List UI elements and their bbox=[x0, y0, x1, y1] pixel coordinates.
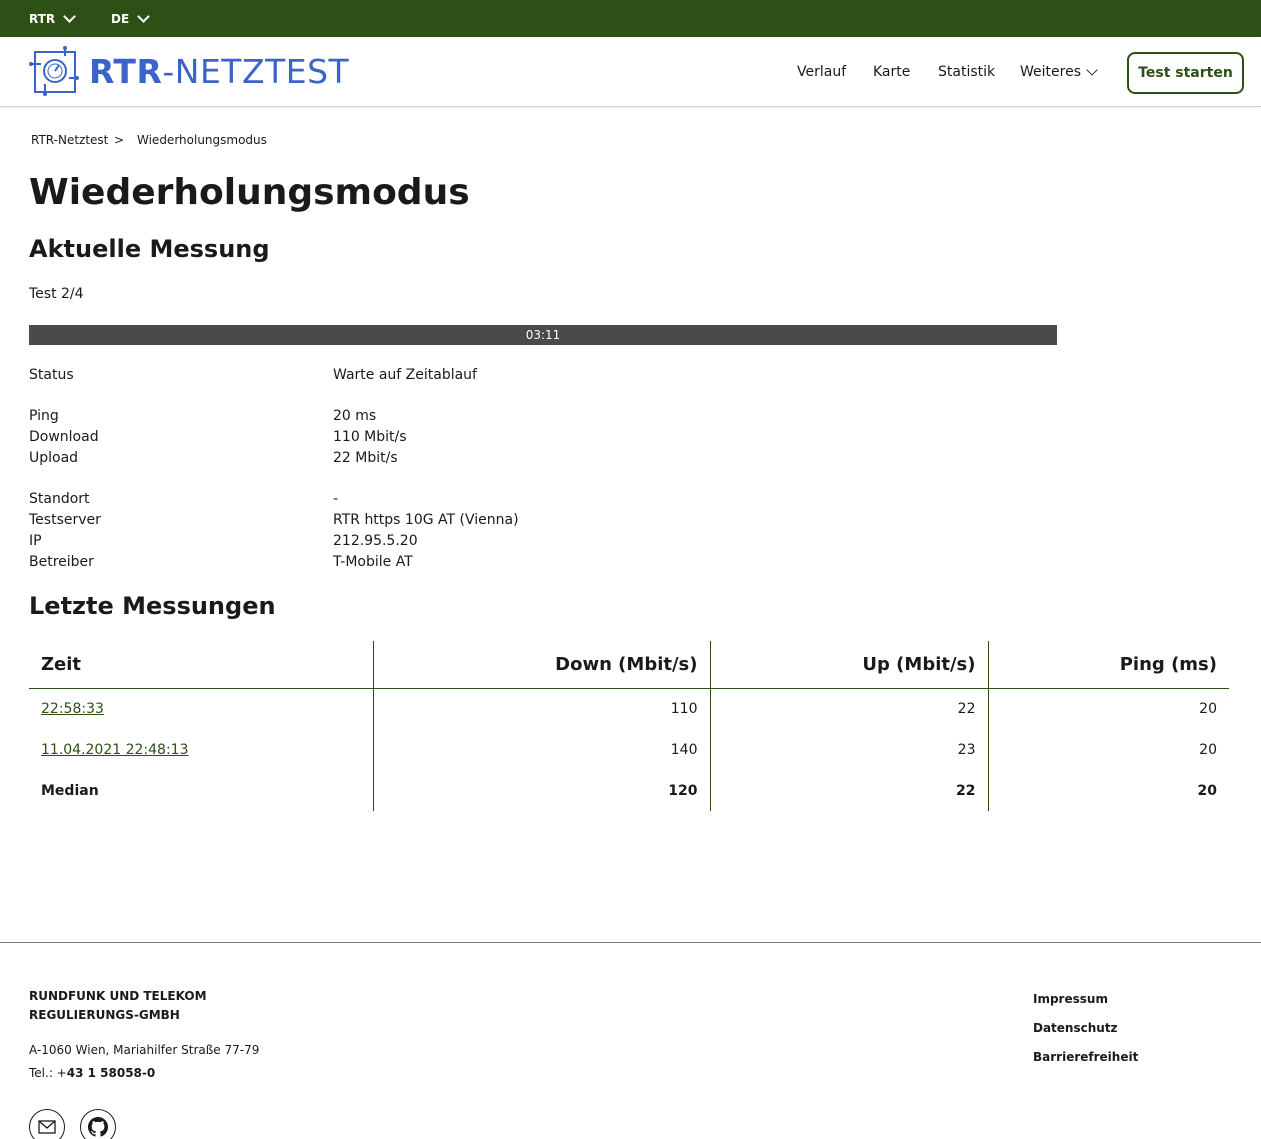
time-cell: 11.04.2021 22:48:13 bbox=[29, 729, 373, 770]
table-row: 22:58:33 110 22 20 bbox=[29, 688, 1229, 729]
measurement-link[interactable]: 22:58:33 bbox=[41, 701, 104, 717]
breadcrumb-separator: > bbox=[114, 133, 125, 147]
chevron-down-icon bbox=[63, 9, 77, 23]
language-select[interactable]: DE bbox=[111, 0, 151, 37]
table-header-row: Zeit Down (Mbit/s) Up (Mbit/s) Ping (ms) bbox=[29, 641, 1229, 689]
ip-label: IP bbox=[29, 533, 42, 549]
measurement-link[interactable]: 11.04.2021 22:48:13 bbox=[41, 742, 189, 758]
language-select-label: DE bbox=[111, 11, 130, 26]
test-counter: Test 2/4 bbox=[29, 286, 84, 302]
breadcrumb-home-link[interactable]: RTR-Netztest bbox=[31, 133, 108, 147]
status-value: Warte auf Zeitablauf bbox=[333, 367, 477, 383]
ping-cell: 20 bbox=[987, 729, 1229, 770]
last-measurements-heading: Letzte Messungen bbox=[29, 592, 276, 620]
operator-value: T-Mobile AT bbox=[333, 554, 413, 570]
testserver-value: RTR https 10G AT (Vienna) bbox=[333, 512, 519, 528]
chevron-down-icon bbox=[137, 9, 151, 23]
nav-karte[interactable]: Karte bbox=[873, 37, 910, 107]
footer-address: A-1060 Wien, Mariahilfer Straße 77-79 bbox=[29, 1043, 260, 1057]
status-label: Status bbox=[29, 367, 74, 383]
footer-link-impressum[interactable]: Impressum bbox=[1033, 992, 1108, 1006]
location-value: - bbox=[333, 491, 339, 507]
nav-statistik[interactable]: Statistik bbox=[938, 37, 995, 107]
time-cell: 22:58:33 bbox=[29, 688, 373, 729]
footer-link-barrierefreiheit[interactable]: Barrierefreiheit bbox=[1033, 1050, 1138, 1064]
nav-weiteres-label: Weiteres bbox=[1020, 64, 1081, 80]
footer-divider bbox=[0, 942, 1261, 943]
mail-icon[interactable] bbox=[29, 1109, 65, 1139]
column-header-down: Down (Mbit/s) bbox=[372, 641, 710, 689]
nav-statistik-label: Statistik bbox=[938, 64, 996, 80]
ip-value: 212.95.5.20 bbox=[333, 533, 418, 549]
telephone-prefix: Tel.: + bbox=[29, 1066, 67, 1080]
ping-label: Ping bbox=[29, 408, 59, 424]
breadcrumb-current: Wiederholungsmodus bbox=[137, 133, 267, 147]
median-ping: 20 bbox=[987, 770, 1229, 811]
site-logo[interactable]: RTR-NETZTEST bbox=[29, 46, 349, 96]
nav-verlauf-label: Verlauf bbox=[797, 64, 847, 80]
median-row: Median 120 22 20 bbox=[29, 770, 1229, 811]
column-header-up: Up (Mbit/s) bbox=[709, 641, 988, 689]
footer-organization: RUNDFUNK UND TELEKOM REGULIERUNGS-GMBH bbox=[29, 987, 207, 1025]
footer-org-line1: RUNDFUNK UND TELEKOM bbox=[29, 989, 207, 1003]
up-cell: 22 bbox=[709, 688, 988, 729]
operator-label: Betreiber bbox=[29, 554, 94, 570]
countdown-label: 03:11 bbox=[525, 328, 561, 342]
countdown-progress-bar: 03:11 bbox=[29, 325, 1057, 345]
ping-value: 20 ms bbox=[333, 408, 377, 424]
org-select[interactable]: RTR bbox=[29, 0, 77, 37]
org-select-label: RTR bbox=[29, 11, 56, 26]
down-cell: 110 bbox=[372, 688, 710, 729]
table-row: 11.04.2021 22:48:13 140 23 20 bbox=[29, 729, 1229, 770]
nav-verlauf[interactable]: Verlauf bbox=[797, 37, 846, 107]
footer-org-line2: REGULIERUNGS-GMBH bbox=[29, 1008, 180, 1022]
column-header-time: Zeit bbox=[29, 641, 373, 689]
last-measurements-table: Zeit Down (Mbit/s) Up (Mbit/s) Ping (ms)… bbox=[29, 641, 1229, 811]
download-label: Download bbox=[29, 429, 99, 445]
nav-weiteres[interactable]: Weiteres bbox=[1020, 37, 1098, 107]
up-cell: 23 bbox=[709, 729, 988, 770]
upload-value: 22 Mbit/s bbox=[333, 450, 398, 466]
telephone-number[interactable]: 43 1 58058-0 bbox=[67, 1066, 155, 1080]
site-header: RTR-NETZTEST Verlauf Karte Statistik Wei… bbox=[0, 37, 1261, 107]
page-title: Wiederholungsmodus bbox=[29, 172, 470, 213]
top-bar: RTR DE bbox=[0, 0, 1261, 37]
chevron-down-icon bbox=[1086, 63, 1098, 76]
speedometer-logo-icon bbox=[29, 46, 79, 96]
start-test-button[interactable]: Test starten bbox=[1127, 52, 1244, 94]
location-label: Standort bbox=[29, 491, 90, 507]
footer-link-datenschutz[interactable]: Datenschutz bbox=[1033, 1021, 1118, 1035]
ping-cell: 20 bbox=[987, 688, 1229, 729]
upload-label: Upload bbox=[29, 450, 79, 466]
nav-karte-label: Karte bbox=[873, 64, 911, 80]
testserver-label: Testserver bbox=[29, 512, 101, 528]
github-icon[interactable] bbox=[80, 1109, 116, 1139]
median-up: 22 bbox=[709, 770, 988, 811]
median-down: 120 bbox=[372, 770, 710, 811]
median-label: Median bbox=[41, 782, 99, 799]
logo-text: RTR-NETZTEST bbox=[89, 51, 350, 91]
current-measurement-heading: Aktuelle Messung bbox=[29, 235, 270, 263]
column-header-ping: Ping (ms) bbox=[987, 641, 1229, 689]
down-cell: 140 bbox=[372, 729, 710, 770]
footer-telephone: Tel.: +43 1 58058-0 bbox=[29, 1066, 155, 1080]
download-value: 110 Mbit/s bbox=[333, 429, 407, 445]
